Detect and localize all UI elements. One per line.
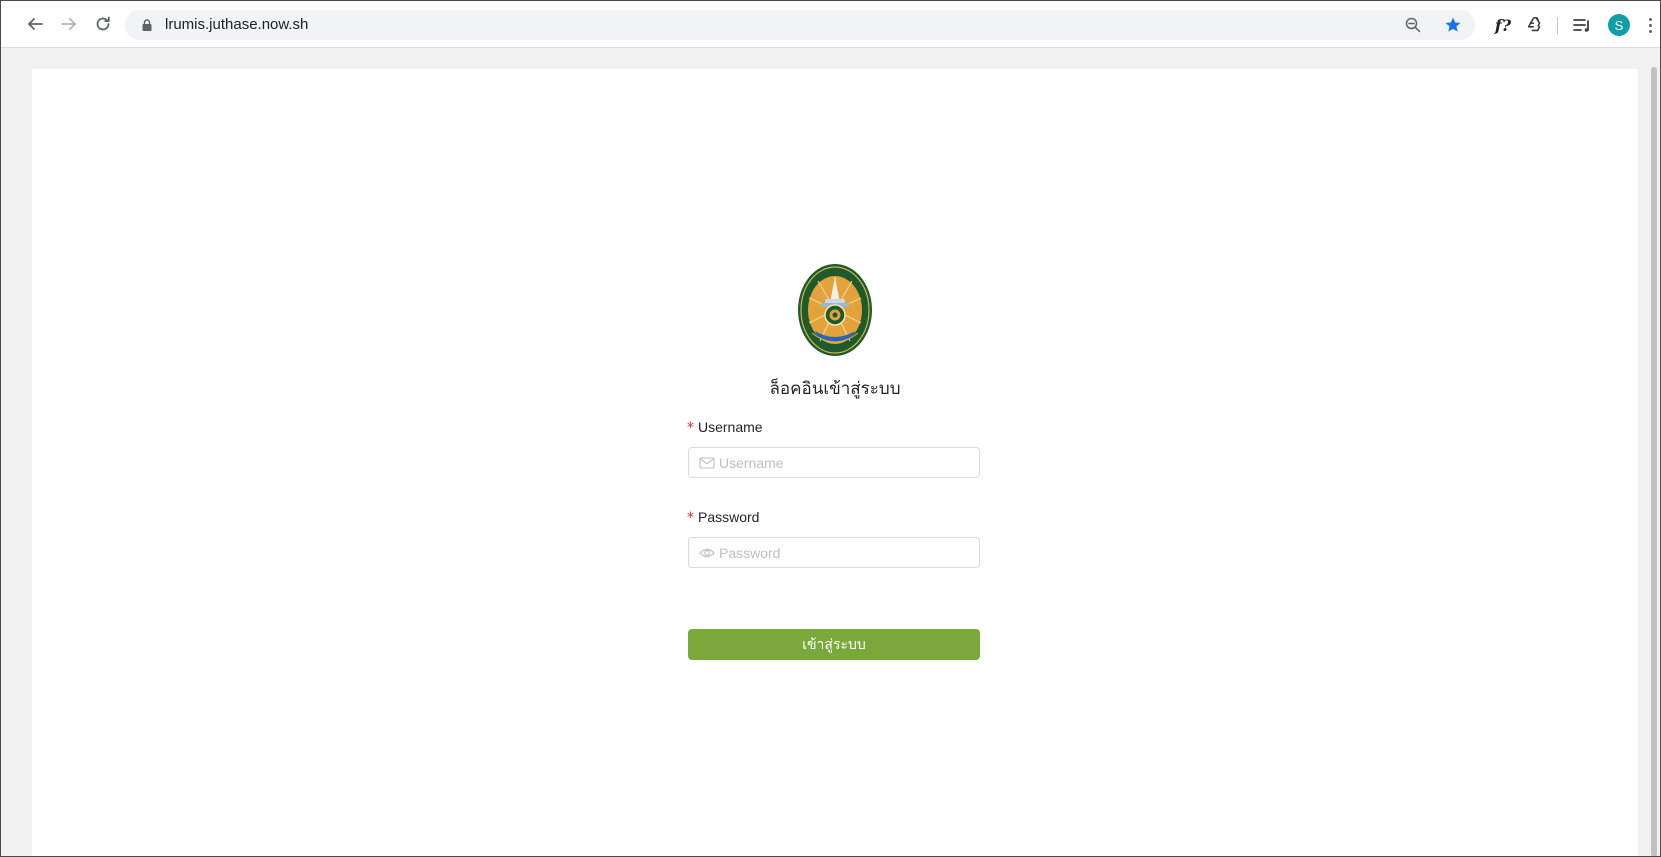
forward-button[interactable]: [55, 10, 83, 38]
zoom-button[interactable]: [1402, 14, 1424, 36]
required-asterisk: *: [687, 420, 694, 436]
formula-extension-icon: f?: [1494, 15, 1512, 35]
password-label-text: Password: [698, 509, 760, 525]
mail-icon: [699, 457, 715, 469]
address-bar[interactable]: lrumis.juthase.now.sh: [125, 10, 1475, 40]
toolbar-separator: [1557, 17, 1558, 35]
page-scrollbar[interactable]: [1651, 67, 1657, 856]
lock-icon[interactable]: [142, 19, 152, 31]
password-input[interactable]: [719, 538, 974, 567]
username-label-text: Username: [698, 419, 763, 435]
recycle-extension-button[interactable]: [1523, 13, 1547, 37]
menu-kebab-icon[interactable]: [1645, 13, 1655, 37]
url-text[interactable]: lrumis.juthase.now.sh: [165, 16, 308, 33]
browser-toolbar: lrumis.juthase.now.sh f? S: [1, 1, 1660, 48]
media-queue-button[interactable]: [1571, 13, 1593, 37]
reload-button[interactable]: [89, 10, 117, 38]
avatar[interactable]: S: [1608, 14, 1630, 36]
formula-extension-button[interactable]: f?: [1491, 13, 1515, 37]
login-page: ล็อคอินเข้าสู่ระบบ *Username *Password เ…: [32, 69, 1638, 856]
login-title: ล็อคอินเข้าสู่ระบบ: [769, 379, 901, 399]
recycle-extension-icon: [1527, 16, 1541, 32]
media-queue-icon: [1573, 19, 1589, 32]
reload-icon: [96, 16, 110, 31]
forward-arrow-icon: [61, 18, 76, 30]
back-arrow-icon: [28, 18, 43, 30]
eye-icon: [699, 548, 715, 558]
back-button[interactable]: [21, 10, 49, 38]
username-field[interactable]: [688, 447, 980, 478]
zoom-out-icon: [1405, 17, 1421, 33]
password-label: * Password: [687, 509, 759, 526]
username-label: * Username: [687, 419, 763, 436]
username-input[interactable]: [719, 448, 974, 477]
bookmark-star-icon: [1445, 17, 1461, 32]
bookmark-button[interactable]: [1442, 14, 1464, 36]
browser-window: lrumis.juthase.now.sh f? S ล็อคอินเข้าสู…: [0, 0, 1661, 857]
password-field[interactable]: [688, 537, 980, 568]
login-submit-button[interactable]: เข้าสู่ระบบ: [688, 629, 980, 660]
required-asterisk: *: [687, 510, 694, 526]
university-seal-logo: [798, 264, 872, 356]
